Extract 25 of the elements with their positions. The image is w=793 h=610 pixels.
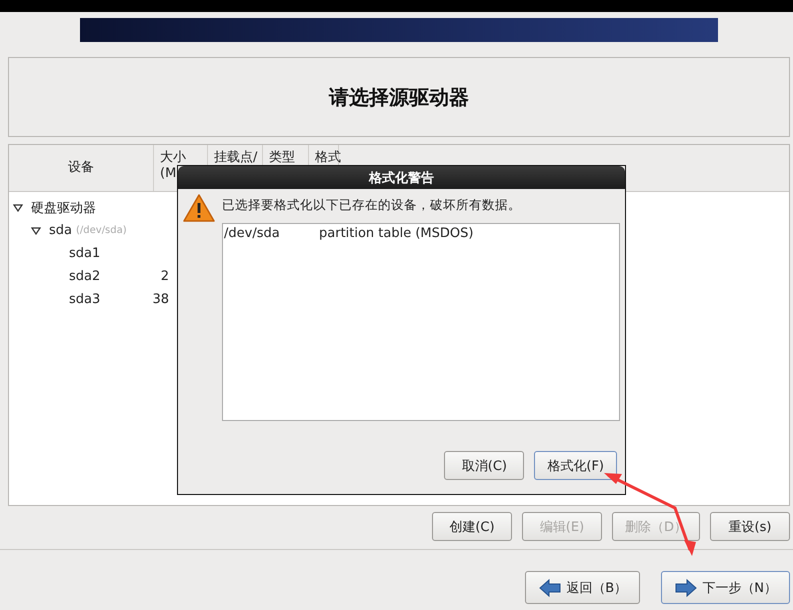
next-button[interactable]: 下一步（N） <box>661 571 790 604</box>
device-name[interactable]: sda3 <box>69 292 100 307</box>
warning-message: 已选择要格式化以下已存在的设备，破坏所有数据。 <box>222 197 522 214</box>
device-path: (/dev/sda) <box>76 225 127 236</box>
action-button[interactable]: 创建(C) <box>432 512 512 541</box>
right-arrow-icon <box>674 578 698 598</box>
format-button[interactable]: 格式化(F) <box>534 451 617 480</box>
page-title: 请选择源驱动器 <box>329 84 469 110</box>
device-name[interactable]: 硬盘驱动器 <box>31 198 96 216</box>
column-header[interactable]: 设备 <box>9 145 154 191</box>
device-name[interactable]: sda <box>49 223 72 238</box>
expander-icon[interactable] <box>13 204 23 212</box>
device-name: /dev/sda <box>224 226 281 241</box>
size-cell: 38 <box>152 292 169 307</box>
action-button[interactable]: 重设(s) <box>710 512 790 541</box>
left-arrow-icon <box>538 578 562 598</box>
expander-icon[interactable] <box>31 226 41 234</box>
dialog-title: 格式化警告 <box>178 166 625 189</box>
size-cell: 2 <box>160 269 169 284</box>
back-button[interactable]: 返回（B） <box>525 571 640 604</box>
device-name[interactable]: sda2 <box>69 269 100 284</box>
cancel-button[interactable]: 取消(C) <box>444 451 524 480</box>
device-name[interactable]: sda1 <box>69 246 100 261</box>
warning-icon <box>182 193 216 223</box>
device-description: partition table (MSDOS) <box>319 226 474 241</box>
